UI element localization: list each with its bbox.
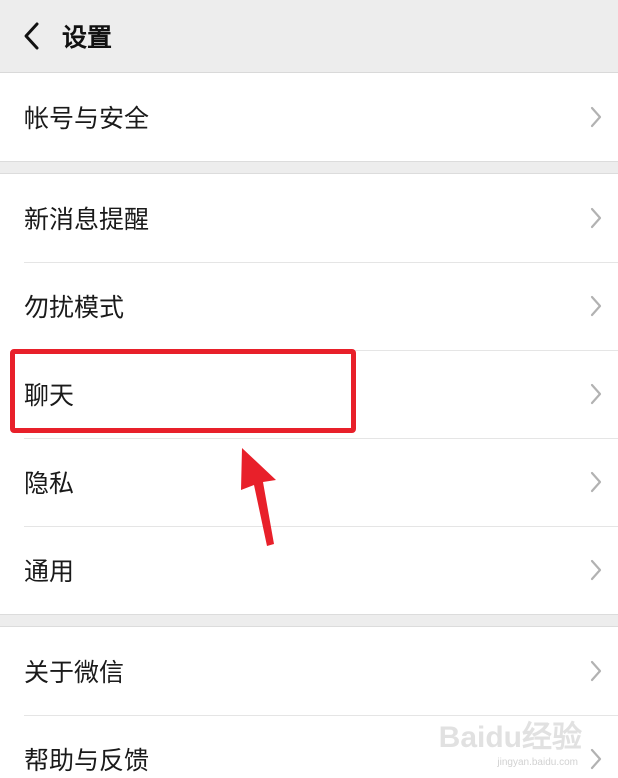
settings-item-do-not-disturb[interactable]: 勿扰模式 (0, 262, 618, 350)
settings-item-help-feedback[interactable]: 帮助与反馈 (0, 715, 618, 778)
settings-item-label: 帐号与安全 (24, 104, 150, 133)
settings-item-label: 关于微信 (24, 658, 125, 687)
chevron-right-icon (590, 660, 602, 682)
settings-item-notifications[interactable]: 新消息提醒 (0, 174, 618, 262)
chevron-right-icon (590, 559, 602, 581)
chevron-right-icon (590, 471, 602, 493)
settings-group-about: 关于微信 帮助与反馈 (0, 627, 618, 778)
settings-item-label: 新消息提醒 (24, 205, 150, 234)
settings-screen: 设置 帐号与安全 新消息提醒 勿扰模式 聊天 隐私 通用 关于微信 帮助与反馈 … (0, 0, 618, 778)
nav-header: 设置 (0, 0, 618, 73)
settings-item-general[interactable]: 通用 (0, 526, 618, 614)
settings-item-account-security[interactable]: 帐号与安全 (0, 73, 618, 161)
settings-group-main: 新消息提醒 勿扰模式 聊天 隐私 通用 (0, 174, 618, 614)
settings-item-label: 帮助与反馈 (24, 746, 150, 775)
back-button[interactable] (6, 0, 56, 73)
settings-item-label: 通用 (24, 557, 75, 586)
chevron-right-icon (590, 383, 602, 405)
settings-item-chat[interactable]: 聊天 (0, 350, 618, 438)
chevron-left-icon (24, 22, 39, 50)
group-separator (0, 614, 618, 627)
settings-item-privacy[interactable]: 隐私 (0, 438, 618, 526)
page-title: 设置 (62, 23, 113, 52)
chevron-right-icon (590, 106, 602, 128)
chevron-right-icon (590, 748, 602, 770)
chevron-right-icon (590, 295, 602, 317)
settings-group-account: 帐号与安全 (0, 73, 618, 161)
settings-item-label: 聊天 (24, 381, 75, 410)
settings-item-label: 勿扰模式 (24, 293, 125, 322)
chevron-right-icon (590, 207, 602, 229)
group-separator (0, 161, 618, 174)
settings-item-about-wechat[interactable]: 关于微信 (0, 627, 618, 715)
settings-item-label: 隐私 (24, 469, 75, 498)
